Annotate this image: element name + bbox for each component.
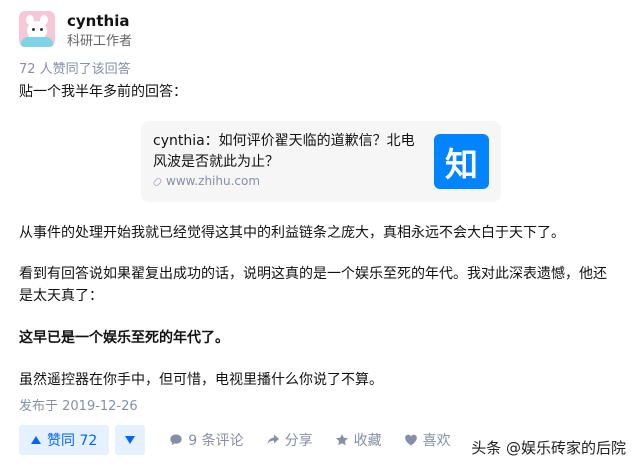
star-icon <box>335 434 348 446</box>
publish-date: 发布于 2019-12-26 <box>19 399 138 414</box>
like-button[interactable]: 喜欢 <box>404 430 451 450</box>
upvote-arrow-icon <box>31 436 41 444</box>
link-icon <box>153 176 163 186</box>
intro-text: 贴一个我半年多前的回答： <box>19 84 187 100</box>
paragraph-2: 看到有回答说如果翟复出成功的话，说明这真的是一个娱乐至死的年代。我对此深表遗憾，… <box>19 266 607 304</box>
watermark: 头条 @娱乐砖家的后院 <box>471 439 626 457</box>
downvote-button[interactable] <box>115 425 146 455</box>
action-bar: 赞同 72 9 条评论 分享 收藏 喜欢 <box>19 425 451 455</box>
link-card-title: cynthia：如何评价翟天临的道歉信？北电风波是否就此为止？ <box>153 133 415 170</box>
paragraph-3-bold: 这早已是一个娱乐至死的年代了。 <box>19 330 229 346</box>
avatar-eye-left <box>32 28 35 31</box>
share-button[interactable]: 分享 <box>266 430 313 450</box>
avatar-eye-right <box>40 28 43 31</box>
upvote-count-note: 72 人赞同了该回答 <box>19 62 131 77</box>
author-info: cynthia 科研工作者 <box>67 11 132 50</box>
author-title: 科研工作者 <box>67 34 133 49</box>
upvote-button[interactable]: 赞同 72 <box>19 425 110 455</box>
avatar[interactable] <box>19 11 55 47</box>
comments-button[interactable]: 9 条评论 <box>169 430 244 450</box>
author-header: cynthia 科研工作者 <box>19 11 132 50</box>
downvote-arrow-icon <box>125 436 136 444</box>
zhihu-logo-icon: 知 <box>434 134 489 189</box>
paragraph-4: 虽然遥控器在你手中，但可惜，电视里播什么你说了不算。 <box>19 372 383 388</box>
comment-icon <box>170 434 182 446</box>
link-card-url: www.zhihu.com <box>153 174 260 188</box>
link-card-url-text: www.zhihu.com <box>166 174 261 188</box>
share-icon <box>267 434 279 445</box>
favorite-button[interactable]: 收藏 <box>335 430 382 450</box>
comments-label: 9 条评论 <box>188 433 244 449</box>
share-label: 分享 <box>284 433 313 449</box>
paragraph-1: 从事件的处理开始我就已经觉得这其中的利益链条之庞大，真相永远不会大白于天下了。 <box>19 225 565 241</box>
avatar-cloud <box>21 37 53 47</box>
favorite-label: 收藏 <box>353 433 382 449</box>
link-card[interactable]: cynthia：如何评价翟天临的道歉信？北电风波是否就此为止？ www.zhih… <box>141 121 501 202</box>
like-label: 喜欢 <box>422 433 451 449</box>
upvote-label: 赞同 72 <box>47 433 98 449</box>
heart-icon <box>404 434 417 446</box>
author-name[interactable]: cynthia <box>67 12 132 30</box>
